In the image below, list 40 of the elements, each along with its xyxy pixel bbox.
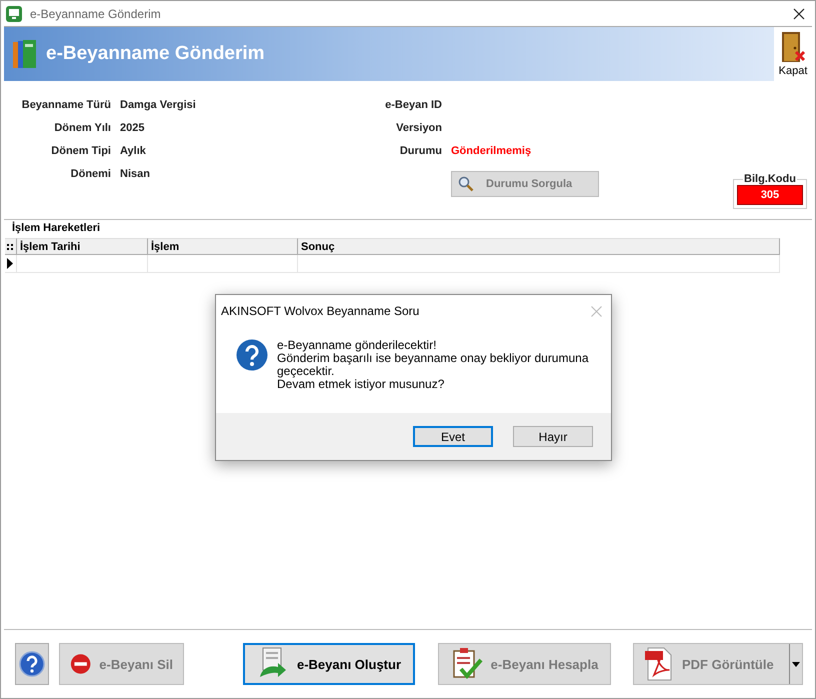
books-icon (12, 38, 38, 70)
field-label: Dönemi (70, 168, 111, 182)
close-icon[interactable] (793, 8, 805, 20)
field-label: Versiyon (395, 122, 442, 136)
field-value: Damga Vergisi (120, 99, 197, 113)
clipboard-check-icon (450, 647, 483, 681)
help-icon (19, 651, 45, 677)
toolbar-button[interactable]: e-Beyanı Oluştur (243, 643, 415, 685)
dialog-message: e-Beyanname gönderilecektir! Gönderim başarılı ise beyanname onay bekliyor durumuna geçecektir. Devam etmek istiyor musunuz? (277, 339, 590, 393)
field-label: Durumu (398, 145, 442, 159)
pdf-file-icon (644, 647, 674, 681)
field-label: e-Beyan ID (384, 99, 442, 113)
info-code-value: 305 (737, 185, 803, 205)
window-title: e-Beyanname Gönderim (30, 6, 161, 20)
magnifier-icon (458, 176, 474, 192)
door-icon (780, 31, 806, 63)
row-pointer-icon (7, 258, 13, 269)
question-icon (236, 339, 268, 371)
header-title: e-Beyanname Gönderim (46, 43, 265, 65)
group-title: İşlem Hareketleri (11, 220, 102, 236)
column-header: Sonuç (298, 238, 780, 255)
caret-icon (792, 662, 800, 666)
no-entry-icon (70, 652, 92, 676)
field-label: Dönem Tipi (50, 145, 111, 159)
app-icon (6, 6, 22, 22)
dialog-title: AKINSOFT Wolvox Beyanname Soru (221, 304, 420, 318)
close-button[interactable]: Kapat (774, 27, 812, 81)
field-value: 2025 (120, 122, 146, 136)
dialog-button[interactable]: Evet (413, 426, 493, 447)
status-value: Gönderilmemiş (451, 145, 532, 159)
column-header: İşlem Tarihi (17, 238, 148, 255)
field-label: Beyanname Türü (20, 99, 111, 113)
column-header: İşlem (148, 238, 298, 255)
help-button[interactable] (15, 643, 49, 685)
field-value: Aylık (120, 145, 147, 159)
dialog-button[interactable]: Hayır (513, 426, 593, 447)
field-value: Nisan (120, 168, 151, 182)
grid-indicator-icon (7, 242, 13, 250)
info-code-label: Bilg.Kodu (743, 173, 797, 185)
field-label: Dönem Yılı (53, 122, 111, 136)
